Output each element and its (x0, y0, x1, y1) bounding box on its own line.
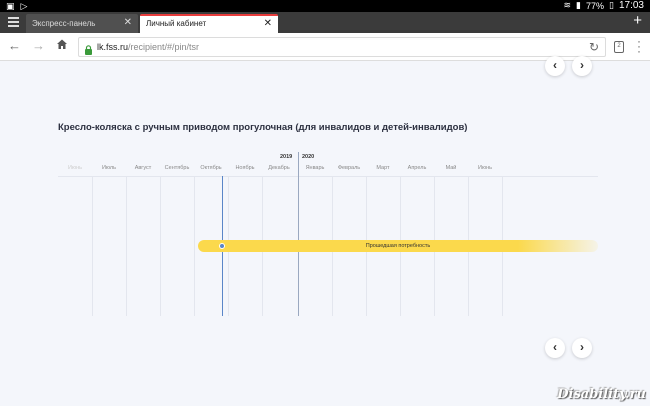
grid-line (126, 176, 127, 316)
url-host: lk.fss.ru (97, 42, 129, 52)
month-label: Февраль (337, 165, 361, 171)
year-label: 2020 (302, 154, 315, 160)
watermark: Disability.ru (557, 387, 646, 402)
clock: 17:03 (618, 0, 644, 11)
grid-line (194, 176, 195, 316)
grid-line (160, 176, 161, 316)
back-icon[interactable]: ← (8, 38, 21, 54)
timeline-axis (58, 176, 598, 177)
month-label: Декабрь (268, 165, 290, 171)
status-bar: ▣ ▷ ≋ ▮ 77% ▯ 17:03 (0, 0, 650, 12)
month-label: Ноябрь (235, 165, 255, 171)
past-need-bar[interactable]: Прошедшая потребность (198, 240, 598, 252)
month-label: Январь (305, 165, 325, 171)
tab-personal-cabinet[interactable]: Личный кабинет ✕ (140, 14, 278, 33)
tab-label: Экспресс-панель (32, 19, 96, 28)
tab-strip: Экспресс-панель ✕ Личный кабинет ✕ + (0, 12, 650, 33)
battery-icon: ▯ (609, 0, 614, 10)
month-label: Июль (101, 165, 117, 171)
close-icon[interactable]: ✕ (264, 18, 272, 29)
year-label: 2019 (280, 154, 293, 160)
wifi-icon: ≋ (563, 0, 572, 10)
battery-percent: 77% (586, 0, 605, 11)
more-options-icon[interactable]: · · · (637, 35, 641, 57)
new-tab-icon[interactable]: + (633, 12, 642, 29)
month-label: Март (376, 165, 390, 171)
prev-button-top[interactable]: ‹ (545, 56, 565, 76)
page-title: Кресло-коляска с ручным приводом прогуло… (58, 122, 468, 133)
grid-line (92, 176, 93, 316)
home-icon[interactable] (56, 38, 68, 54)
month-label: Сентябрь (164, 165, 190, 171)
play-store-icon: ▷ (20, 1, 28, 11)
prev-button[interactable]: ‹ (545, 338, 565, 358)
page-content: ‹ › Кресло-коляска с ручным приводом про… (0, 56, 650, 406)
year-divider (298, 152, 299, 316)
month-label: Октябрь (200, 165, 222, 171)
photo-notification-icon: ▣ (6, 1, 15, 11)
next-button[interactable]: › (572, 338, 592, 358)
month-label: Июнь (68, 165, 82, 171)
current-date-marker (219, 243, 225, 249)
month-label: Август (134, 165, 152, 171)
tab-express-panel[interactable]: Экспресс-панель ✕ (26, 14, 138, 33)
forward-icon[interactable]: → (32, 38, 45, 54)
timeline: 2019 2020 Июнь Июль Август Сентябрь Октя… (58, 152, 598, 327)
signal-icon: ▮ (576, 0, 581, 10)
url-path: /recipient/#/pin/tsr (128, 42, 200, 52)
reload-icon[interactable]: ↻ (589, 40, 599, 54)
past-need-label: Прошедшая потребность (365, 243, 431, 249)
month-label: Июнь (478, 165, 492, 171)
tab-count-button[interactable]: 2 (614, 41, 624, 53)
lock-icon (84, 42, 93, 55)
month-label: Апрель (407, 165, 427, 171)
next-button-top[interactable]: › (572, 56, 592, 76)
month-label: Май (445, 165, 457, 171)
close-icon[interactable]: ✕ (124, 17, 132, 28)
tab-label: Личный кабинет (146, 19, 207, 28)
address-bar[interactable]: lk.fss.ru/recipient/#/pin/tsr ↻ (78, 37, 606, 57)
menu-icon[interactable] (8, 17, 19, 29)
